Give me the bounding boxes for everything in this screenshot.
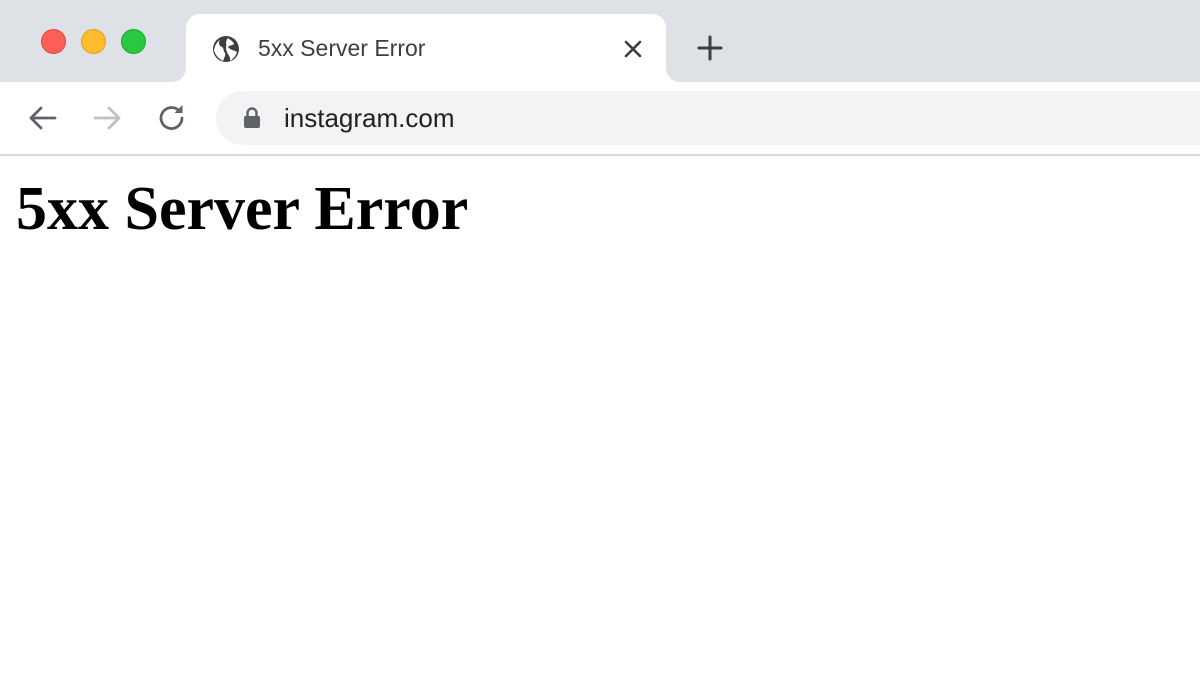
arrow-left-icon[interactable] xyxy=(26,101,60,135)
url-text[interactable]: instagram.com xyxy=(284,103,455,133)
plus-icon[interactable] xyxy=(694,32,726,64)
address-bar[interactable]: instagram.com xyxy=(216,91,1200,145)
tab-strip: 5xx Server Error xyxy=(0,0,1200,82)
lock-icon[interactable] xyxy=(242,106,262,130)
tab-title: 5xx Server Error xyxy=(258,35,426,61)
globe-icon xyxy=(213,36,239,62)
page-content: 5xx Server Error xyxy=(0,156,1200,675)
browser-window: 5xx Server Error instagram.com 5xx Serve… xyxy=(0,0,1200,675)
page-heading: 5xx Server Error xyxy=(16,175,469,243)
tab-active[interactable]: 5xx Server Error xyxy=(186,14,666,82)
toolbar: instagram.com xyxy=(0,82,1200,156)
window-maximize-button[interactable] xyxy=(121,29,146,54)
reload-icon[interactable] xyxy=(155,101,189,135)
window-minimize-button[interactable] xyxy=(81,29,106,54)
close-icon[interactable] xyxy=(620,36,646,62)
arrow-right-icon[interactable] xyxy=(90,101,124,135)
window-close-button[interactable] xyxy=(41,29,66,54)
